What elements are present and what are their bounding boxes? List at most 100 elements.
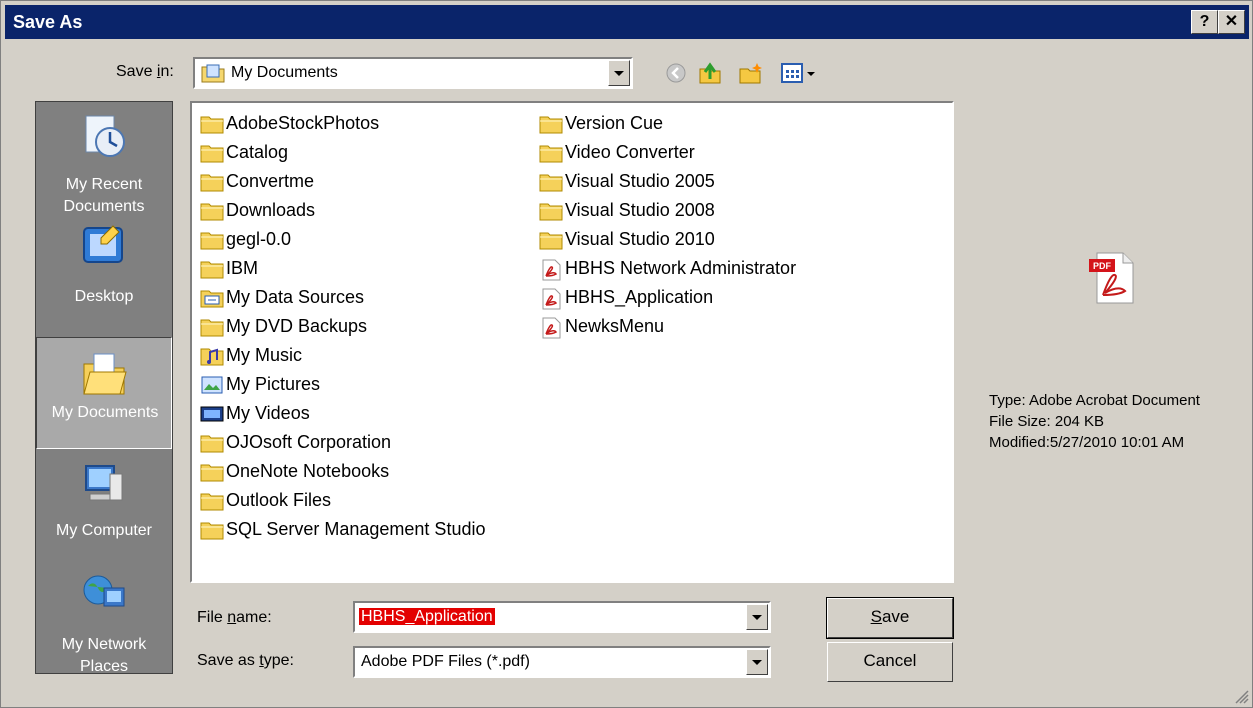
back-icon[interactable] [663,61,689,85]
save-as-type-label: Save as type: [197,652,294,669]
file-name: SQL Server Management Studio [226,519,486,539]
file-name: Visual Studio 2008 [565,200,715,220]
file-item[interactable]: HBHS_Application [539,283,713,312]
pdf-file-icon [539,317,563,339]
file-name: Convertme [226,171,315,191]
views-menu-icon[interactable] [779,61,819,85]
folder-item[interactable]: Visual Studio 2005 [539,167,715,196]
save-in-dropdown-button[interactable] [608,60,630,86]
folder-item[interactable]: Downloads [200,196,315,225]
save-as-type-dropdown-button[interactable] [746,649,768,675]
folder-folder-icon [200,491,224,511]
cancel-button[interactable]: Cancel [827,642,953,682]
folder-folder-icon [539,143,563,163]
place-label: Desktop [74,288,134,305]
place-my-recent-documents[interactable]: My Recent Documents [36,102,172,215]
folder-item[interactable]: My Data Sources [200,283,364,312]
folder-folder-icon [200,259,224,279]
my-documents-small-icon [201,64,225,83]
file-name: Version Cue [565,113,664,133]
save-as-dialog: Save As ? ✕ Save in: My Documents My Rec… [0,0,1253,708]
folder-item[interactable]: My Music [200,341,302,370]
file-name: My Data Sources [226,287,365,307]
folder-folder-icon [200,114,224,134]
place-desktop[interactable]: Desktop [36,214,172,326]
file-name: My DVD Backups [226,316,368,336]
folder-folder-icon [200,230,224,250]
preview-modified: Modified:5/27/2010 10:01 AM [989,434,1185,451]
folder-item[interactable]: OJOsoft Corporation [200,428,391,457]
save-as-type-dropdown[interactable]: Adobe PDF Files (*.pdf) [353,646,771,678]
place-label: My Recent Documents [63,176,145,215]
place-label: My Documents [51,404,159,421]
folder-item[interactable]: AdobeStockPhotos [200,109,379,138]
folder-folder-icon [200,520,224,540]
resize-grip-icon[interactable] [1231,686,1249,704]
file-name: Visual Studio 2005 [565,171,715,191]
places-bar: My Recent Documents Desktop My Documents [35,101,173,674]
file-name: Downloads [226,200,316,220]
folder-item[interactable]: Video Converter [539,138,695,167]
save-as-type-value: Adobe PDF Files (*.pdf) [361,653,530,670]
folder-folder-icon [539,172,563,192]
folder-item[interactable]: Visual Studio 2010 [539,225,715,254]
folder-item[interactable]: gegl-0.0 [200,225,291,254]
place-my-documents[interactable]: My Documents [36,337,172,449]
place-my-network-places[interactable]: My Network Places [36,564,172,674]
close-button[interactable]: ✕ [1218,10,1245,34]
dialog-title: Save As [13,12,83,32]
place-label: My Computer [55,522,153,539]
pictures-folder-icon [200,375,224,395]
file-name: Video Converter [565,142,695,162]
folder-item[interactable]: OneNote Notebooks [200,457,389,486]
folder-folder-icon [200,143,224,163]
title-bar[interactable]: Save As ? ✕ [5,5,1249,39]
file-name-value[interactable]: HBHS_Application [359,608,495,625]
folder-item[interactable]: My Pictures [200,370,320,399]
pdf-file-icon [539,259,563,281]
save-button[interactable]: Save [826,597,954,639]
desktop-icon [83,225,123,263]
file-name-input[interactable]: HBHS_Application [353,601,771,633]
folder-folder-icon [539,114,563,134]
place-label: My Network Places [61,636,147,674]
place-my-computer[interactable]: My Computer [36,452,172,564]
file-name: OJOsoft Corporation [226,432,392,452]
new-folder-icon[interactable] [738,61,764,85]
music-folder-icon [200,346,224,366]
folder-folder-icon [200,172,224,192]
my-computer-icon [85,465,123,501]
file-name: gegl-0.0 [226,229,292,249]
folder-item[interactable]: SQL Server Management Studio [200,515,485,544]
folder-item[interactable]: My Videos [200,399,310,428]
pdf-preview-icon: PDF [1089,252,1134,304]
videos-folder-icon [200,404,224,424]
file-name: My Pictures [226,374,321,394]
folder-item[interactable]: Catalog [200,138,288,167]
save-in-label: Save in: [116,63,174,80]
folder-item[interactable]: Version Cue [539,109,663,138]
file-name-dropdown-button[interactable] [746,604,768,630]
up-folder-icon[interactable] [697,61,723,85]
file-list[interactable]: AdobeStockPhotos Catalog Convertme Download… [190,101,954,583]
file-item[interactable]: NewksMenu [539,312,664,341]
file-name: Outlook Files [226,490,332,510]
folder-folder-icon [200,317,224,337]
folder-item[interactable]: Convertme [200,167,314,196]
data-folder-icon [200,288,224,308]
file-name: HBHS_Application [565,287,714,307]
folder-item[interactable]: Outlook Files [200,486,331,515]
recent-documents-icon [85,115,125,157]
folder-item[interactable]: IBM [200,254,258,283]
file-name: My Music [226,345,302,365]
folder-item[interactable]: My DVD Backups [200,312,367,341]
folder-item[interactable]: Visual Studio 2008 [539,196,715,225]
help-button[interactable]: ? [1191,10,1218,34]
save-in-dropdown[interactable]: My Documents [193,57,633,89]
file-name: HBHS Network Administrator [565,258,797,278]
folder-folder-icon [200,462,224,482]
file-name: IBM [226,258,259,278]
file-item[interactable]: HBHS Network Administrator [539,254,796,283]
file-name: OneNote Notebooks [226,461,390,481]
file-name-label: File name: [197,609,272,626]
